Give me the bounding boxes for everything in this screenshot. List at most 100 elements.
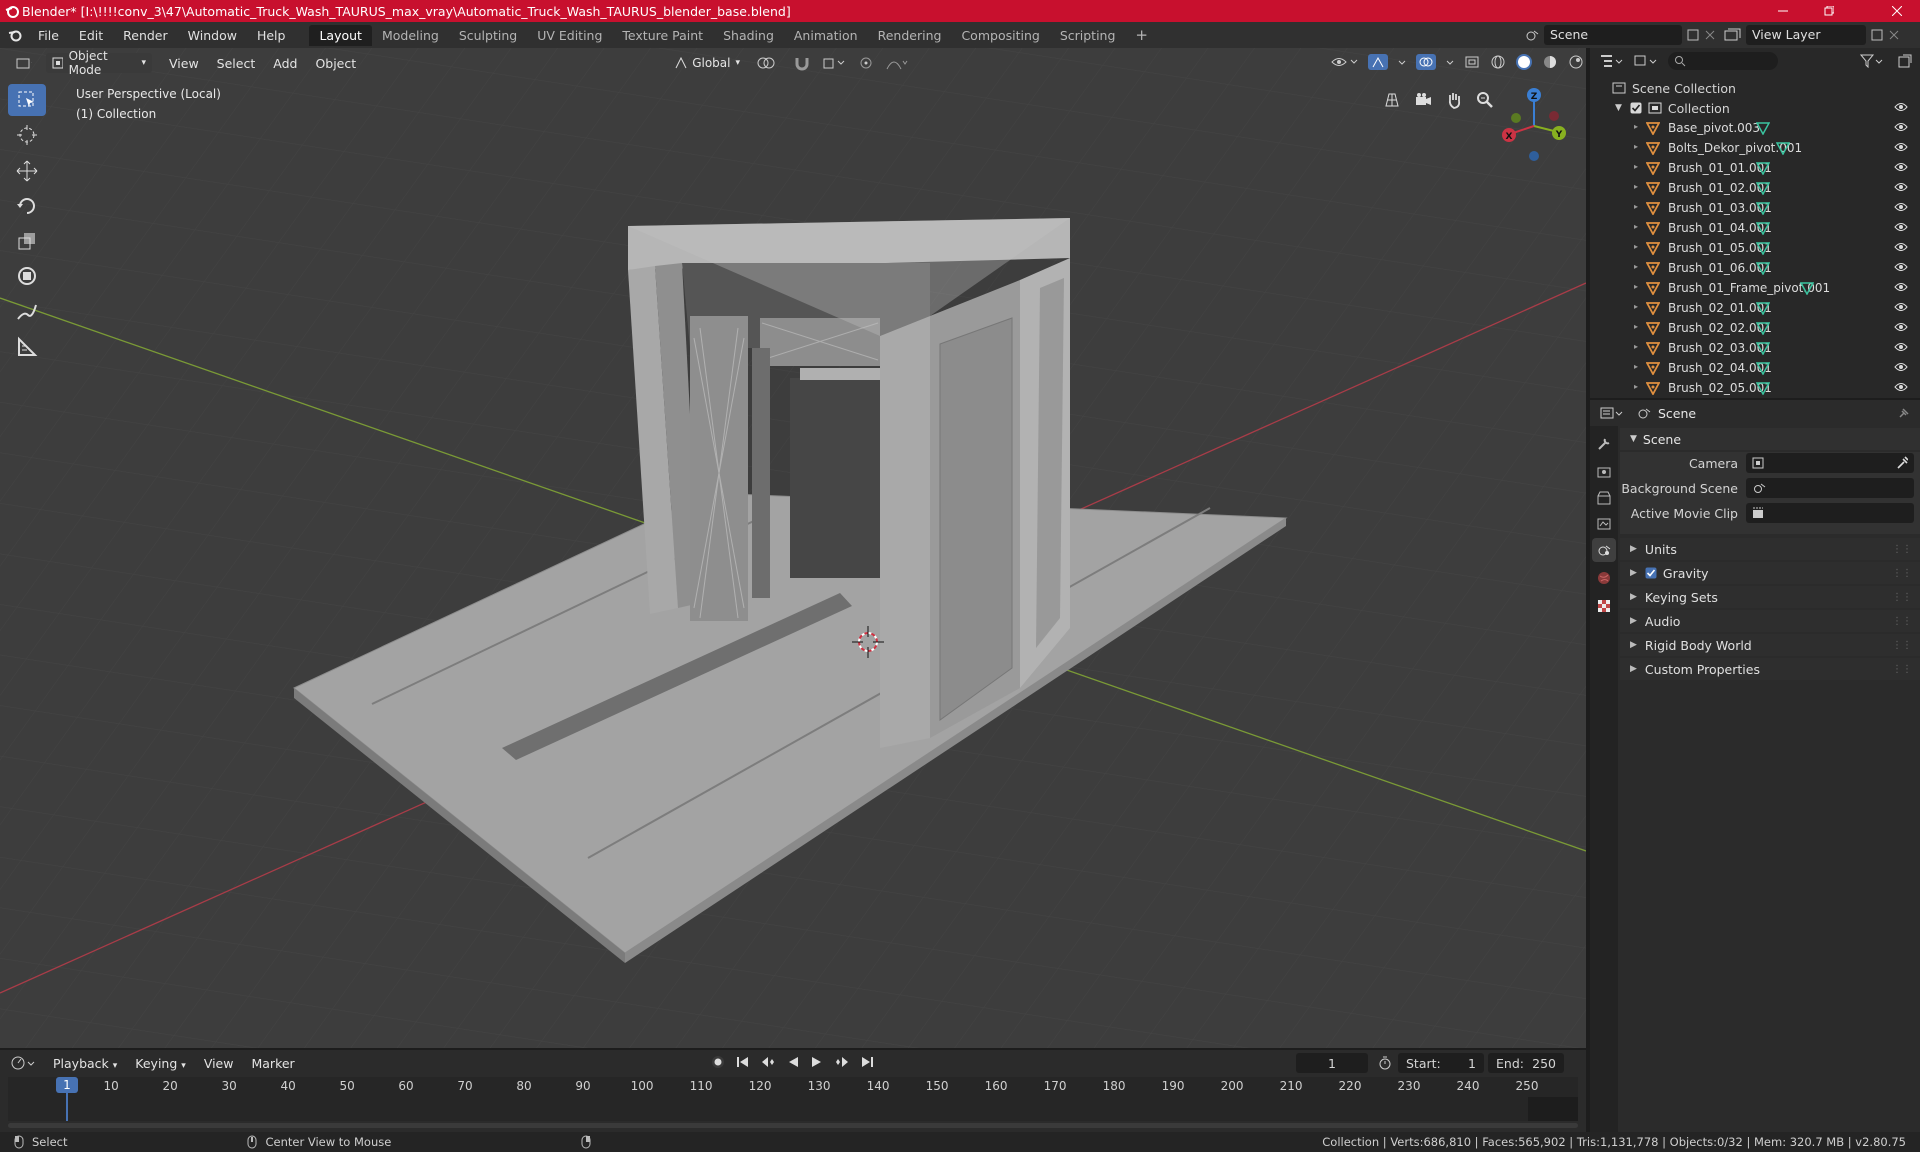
eye-icon[interactable] (1894, 301, 1908, 313)
play-reverse-icon[interactable] (786, 1055, 800, 1069)
eye-icon[interactable] (1894, 161, 1908, 173)
background-scene-field[interactable] (1746, 478, 1914, 498)
outliner-collection[interactable]: ▼ Collection (1590, 98, 1920, 118)
tab-texture-paint[interactable]: Texture Paint (612, 25, 713, 46)
section-keying-sets[interactable]: ▶ Keying Sets ⋮⋮ (1620, 586, 1920, 608)
viewport-menu-view[interactable]: View (160, 56, 208, 71)
outliner-scene-collection[interactable]: Scene Collection (1590, 78, 1920, 98)
eye-icon[interactable] (1894, 241, 1908, 253)
new-scene-icon[interactable] (1686, 28, 1700, 42)
view-layer-selector[interactable]: View Layer (1724, 25, 1900, 45)
object-mode-dropdown[interactable]: Object Mode ▾ (46, 49, 152, 77)
select-box-tool[interactable] (8, 84, 46, 116)
scale-tool[interactable] (8, 225, 46, 257)
new-collection-icon[interactable] (1898, 54, 1912, 68)
annotate-tool[interactable] (8, 296, 46, 328)
outliner-item[interactable]: ▸ Brush_02_02.001 (1590, 318, 1920, 338)
expand-item-icon[interactable]: ▸ (1634, 182, 1638, 191)
eye-icon[interactable] (1894, 281, 1908, 293)
mesh-data-icon[interactable] (1756, 241, 1770, 255)
drag-handle-icon[interactable]: ⋮⋮ (1892, 640, 1912, 651)
camera-field[interactable] (1746, 453, 1914, 473)
expand-item-icon[interactable]: ▸ (1634, 162, 1638, 171)
outliner-item[interactable]: ▸ Brush_01_01.001 (1590, 158, 1920, 178)
mesh-data-icon[interactable] (1756, 261, 1770, 275)
menu-render[interactable]: Render (113, 28, 178, 43)
snap-magnet-icon[interactable] (794, 55, 810, 71)
timeline-menu-keying[interactable]: Keying ▾ (126, 1056, 195, 1071)
filter-icon[interactable] (1860, 54, 1884, 68)
play-icon[interactable] (810, 1055, 824, 1069)
eye-icon[interactable] (1894, 101, 1908, 113)
output-tab-icon[interactable] (1596, 490, 1612, 506)
expand-item-icon[interactable]: ▸ (1634, 122, 1638, 131)
drag-handle-icon[interactable]: ⋮⋮ (1892, 568, 1912, 579)
drag-handle-icon[interactable]: ⋮⋮ (1892, 616, 1912, 627)
tab-layout[interactable]: Layout (309, 24, 372, 46)
material-shading-icon[interactable] (1542, 54, 1558, 70)
xray-icon[interactable] (1464, 55, 1480, 69)
overlays-toggle-icon[interactable] (1416, 54, 1436, 70)
tab-scripting[interactable]: Scripting (1050, 25, 1126, 46)
jump-keyframe-forward-icon[interactable] (834, 1055, 850, 1069)
mesh-data-icon[interactable] (1756, 181, 1770, 195)
drag-handle-icon[interactable]: ⋮⋮ (1892, 544, 1912, 555)
outliner-item[interactable]: ▸ Brush_01_03.001 (1590, 198, 1920, 218)
texture-tab-icon[interactable] (1596, 598, 1612, 614)
eyedropper-icon[interactable] (1896, 456, 1908, 470)
eye-icon[interactable] (1894, 321, 1908, 333)
expand-collection-icon[interactable]: ▼ (1615, 103, 1622, 113)
rendered-shading-icon[interactable] (1568, 54, 1584, 70)
jump-end-icon[interactable] (860, 1055, 874, 1069)
outliner-item[interactable]: ▸ Brush_02_03.001 (1590, 338, 1920, 358)
outliner-item[interactable]: ▸ Brush_02_01.001 (1590, 298, 1920, 318)
jump-keyframe-back-icon[interactable] (760, 1055, 776, 1069)
outliner-item[interactable]: ▸ Bolts_Dekor_pivot.001 (1590, 138, 1920, 158)
playhead[interactable]: 1 (56, 1077, 78, 1093)
expand-item-icon[interactable]: ▸ (1634, 362, 1638, 371)
new-view-layer-icon[interactable] (1870, 28, 1884, 42)
timeline-menu-view[interactable]: View (195, 1056, 243, 1071)
outliner-item[interactable]: ▸ Brush_01_04.001 (1590, 218, 1920, 238)
mesh-data-icon[interactable] (1800, 281, 1814, 295)
scene-name-field[interactable]: Scene (1544, 25, 1682, 45)
mesh-data-icon[interactable] (1756, 161, 1770, 175)
outliner-item[interactable]: ▸ Brush_02_05.001 (1590, 378, 1920, 398)
zoom-icon[interactable] (1471, 86, 1498, 113)
expand-item-icon[interactable]: ▸ (1634, 262, 1638, 271)
cursor-tool[interactable] (8, 119, 46, 151)
properties-editor-type-icon[interactable] (1600, 406, 1624, 420)
menu-edit[interactable]: Edit (69, 28, 113, 43)
record-icon[interactable] (710, 1054, 726, 1070)
tab-rendering[interactable]: Rendering (868, 25, 952, 46)
gizmo-dropdown-icon[interactable] (1398, 55, 1406, 69)
menu-window[interactable]: Window (178, 28, 247, 43)
camera-view-icon[interactable] (1409, 86, 1436, 113)
end-frame-field[interactable]: End: 250 (1488, 1053, 1564, 1073)
outliner-item[interactable]: ▸ Brush_01_02.001 (1590, 178, 1920, 198)
pivot-icon[interactable] (756, 55, 782, 71)
navigation-gizmo[interactable]: Z Y X (1498, 86, 1570, 164)
view-layer-tab-icon[interactable] (1596, 516, 1612, 532)
stopwatch-icon[interactable] (1378, 1056, 1392, 1070)
menu-help[interactable]: Help (247, 28, 296, 43)
expand-item-icon[interactable]: ▸ (1634, 302, 1638, 311)
mesh-data-icon[interactable] (1756, 301, 1770, 315)
viewport-menu-object[interactable]: Object (306, 56, 365, 71)
eye-icon[interactable] (1894, 121, 1908, 133)
tab-animation[interactable]: Animation (784, 25, 868, 46)
eye-icon[interactable] (1894, 201, 1908, 213)
mesh-data-icon[interactable] (1756, 121, 1770, 135)
tab-modeling[interactable]: Modeling (372, 25, 449, 46)
active-movie-clip-field[interactable] (1746, 503, 1914, 523)
drag-handle-icon[interactable]: ⋮⋮ (1892, 592, 1912, 603)
outliner-search-input[interactable] (1668, 52, 1778, 70)
section-audio[interactable]: ▶ Audio ⋮⋮ (1620, 610, 1920, 632)
drag-handle-icon[interactable]: ⋮⋮ (1892, 664, 1912, 675)
mesh-data-icon[interactable] (1756, 361, 1770, 375)
pin-icon[interactable] (1898, 407, 1910, 419)
expand-item-icon[interactable]: ▸ (1634, 382, 1638, 391)
timeline-editor-type-icon[interactable] (10, 1056, 36, 1070)
outliner-item[interactable]: ▸ Brush_02_04.001 (1590, 358, 1920, 378)
section-units[interactable]: ▶ Units ⋮⋮ (1620, 538, 1920, 560)
